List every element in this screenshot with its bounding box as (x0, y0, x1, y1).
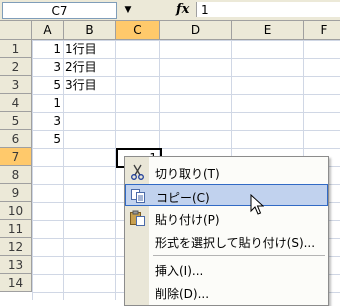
row-header-13[interactable]: 13 (0, 256, 32, 274)
formula-bar: C7 ▼ fx 1 (0, 0, 340, 21)
cell-a6[interactable]: 5 (32, 130, 61, 147)
column-header-b[interactable]: B (64, 21, 116, 40)
fx-icon[interactable]: fx (176, 2, 189, 17)
row-header-6[interactable]: 6 (0, 130, 32, 148)
row-header-10[interactable]: 10 (0, 202, 32, 220)
menu-item-insert[interactable]: 挿入(I)... (125, 258, 328, 280)
row-header-12[interactable]: 12 (0, 238, 32, 256)
cell-a5[interactable]: 3 (32, 112, 61, 129)
row-header-8[interactable]: 8 (0, 166, 32, 184)
menu-item-copy-label: コピー(C) (156, 191, 210, 205)
row-header-11[interactable]: 11 (0, 220, 32, 238)
copy-icon (130, 188, 147, 204)
menu-item-paste-special-label: 形式を選択して貼り付け(S)... (155, 236, 316, 250)
row-header-9[interactable]: 9 (0, 184, 32, 202)
paste-icon (129, 210, 146, 226)
menu-item-copy[interactable]: コピー(C) (125, 184, 328, 206)
name-box[interactable]: C7 (2, 2, 117, 19)
menu-separator (153, 255, 325, 256)
column-header-c[interactable]: C (116, 21, 160, 40)
cell-a1[interactable]: 1 (32, 40, 61, 57)
name-box-value: C7 (51, 4, 68, 18)
row-header-14[interactable]: 14 (0, 274, 32, 292)
menu-item-paste-label: 貼り付け(P) (155, 213, 220, 227)
cell-b2[interactable]: 2行目 (65, 58, 113, 75)
menu-item-insert-label: 挿入(I)... (155, 264, 204, 278)
row-header-1[interactable]: 1 (0, 40, 32, 58)
row-header-7[interactable]: 7 (0, 148, 32, 166)
cell-a3[interactable]: 5 (32, 76, 61, 93)
row-header-5[interactable]: 5 (0, 112, 32, 130)
mouse-pointer-icon (250, 193, 265, 216)
scissors-icon (129, 164, 146, 180)
column-header-a[interactable]: A (32, 21, 64, 40)
menu-item-delete-label: 削除(D)... (155, 287, 210, 301)
column-divider (115, 40, 116, 300)
menu-item-cut[interactable]: 切り取り(T) (125, 161, 328, 183)
context-menu: 切り取り(T) コピー(C) 貼り付け(P) 形式を選択して貼り付け(S)... (124, 156, 329, 306)
name-box-dropdown-icon[interactable]: ▼ (117, 2, 139, 17)
cell-a2[interactable]: 3 (32, 58, 61, 75)
column-header-d[interactable]: D (160, 21, 232, 40)
select-all-corner[interactable] (0, 21, 32, 40)
menu-item-cut-label: 切り取り(T) (155, 167, 220, 181)
menu-item-paste[interactable]: 貼り付け(P) (125, 207, 328, 229)
row-header-3[interactable]: 3 (0, 76, 32, 94)
column-header-e[interactable]: E (232, 21, 304, 40)
row-header-4[interactable]: 4 (0, 94, 32, 112)
formula-input[interactable]: 1 (196, 2, 340, 17)
cell-b3[interactable]: 3行目 (65, 76, 113, 93)
menu-item-paste-special[interactable]: 形式を選択して貼り付け(S)... (125, 230, 328, 252)
column-divider (63, 40, 64, 300)
row-header-2[interactable]: 2 (0, 58, 32, 76)
cell-b1[interactable]: 1行目 (65, 40, 113, 57)
cell-a4[interactable]: 1 (32, 94, 61, 111)
column-header-f[interactable]: F (304, 21, 340, 40)
